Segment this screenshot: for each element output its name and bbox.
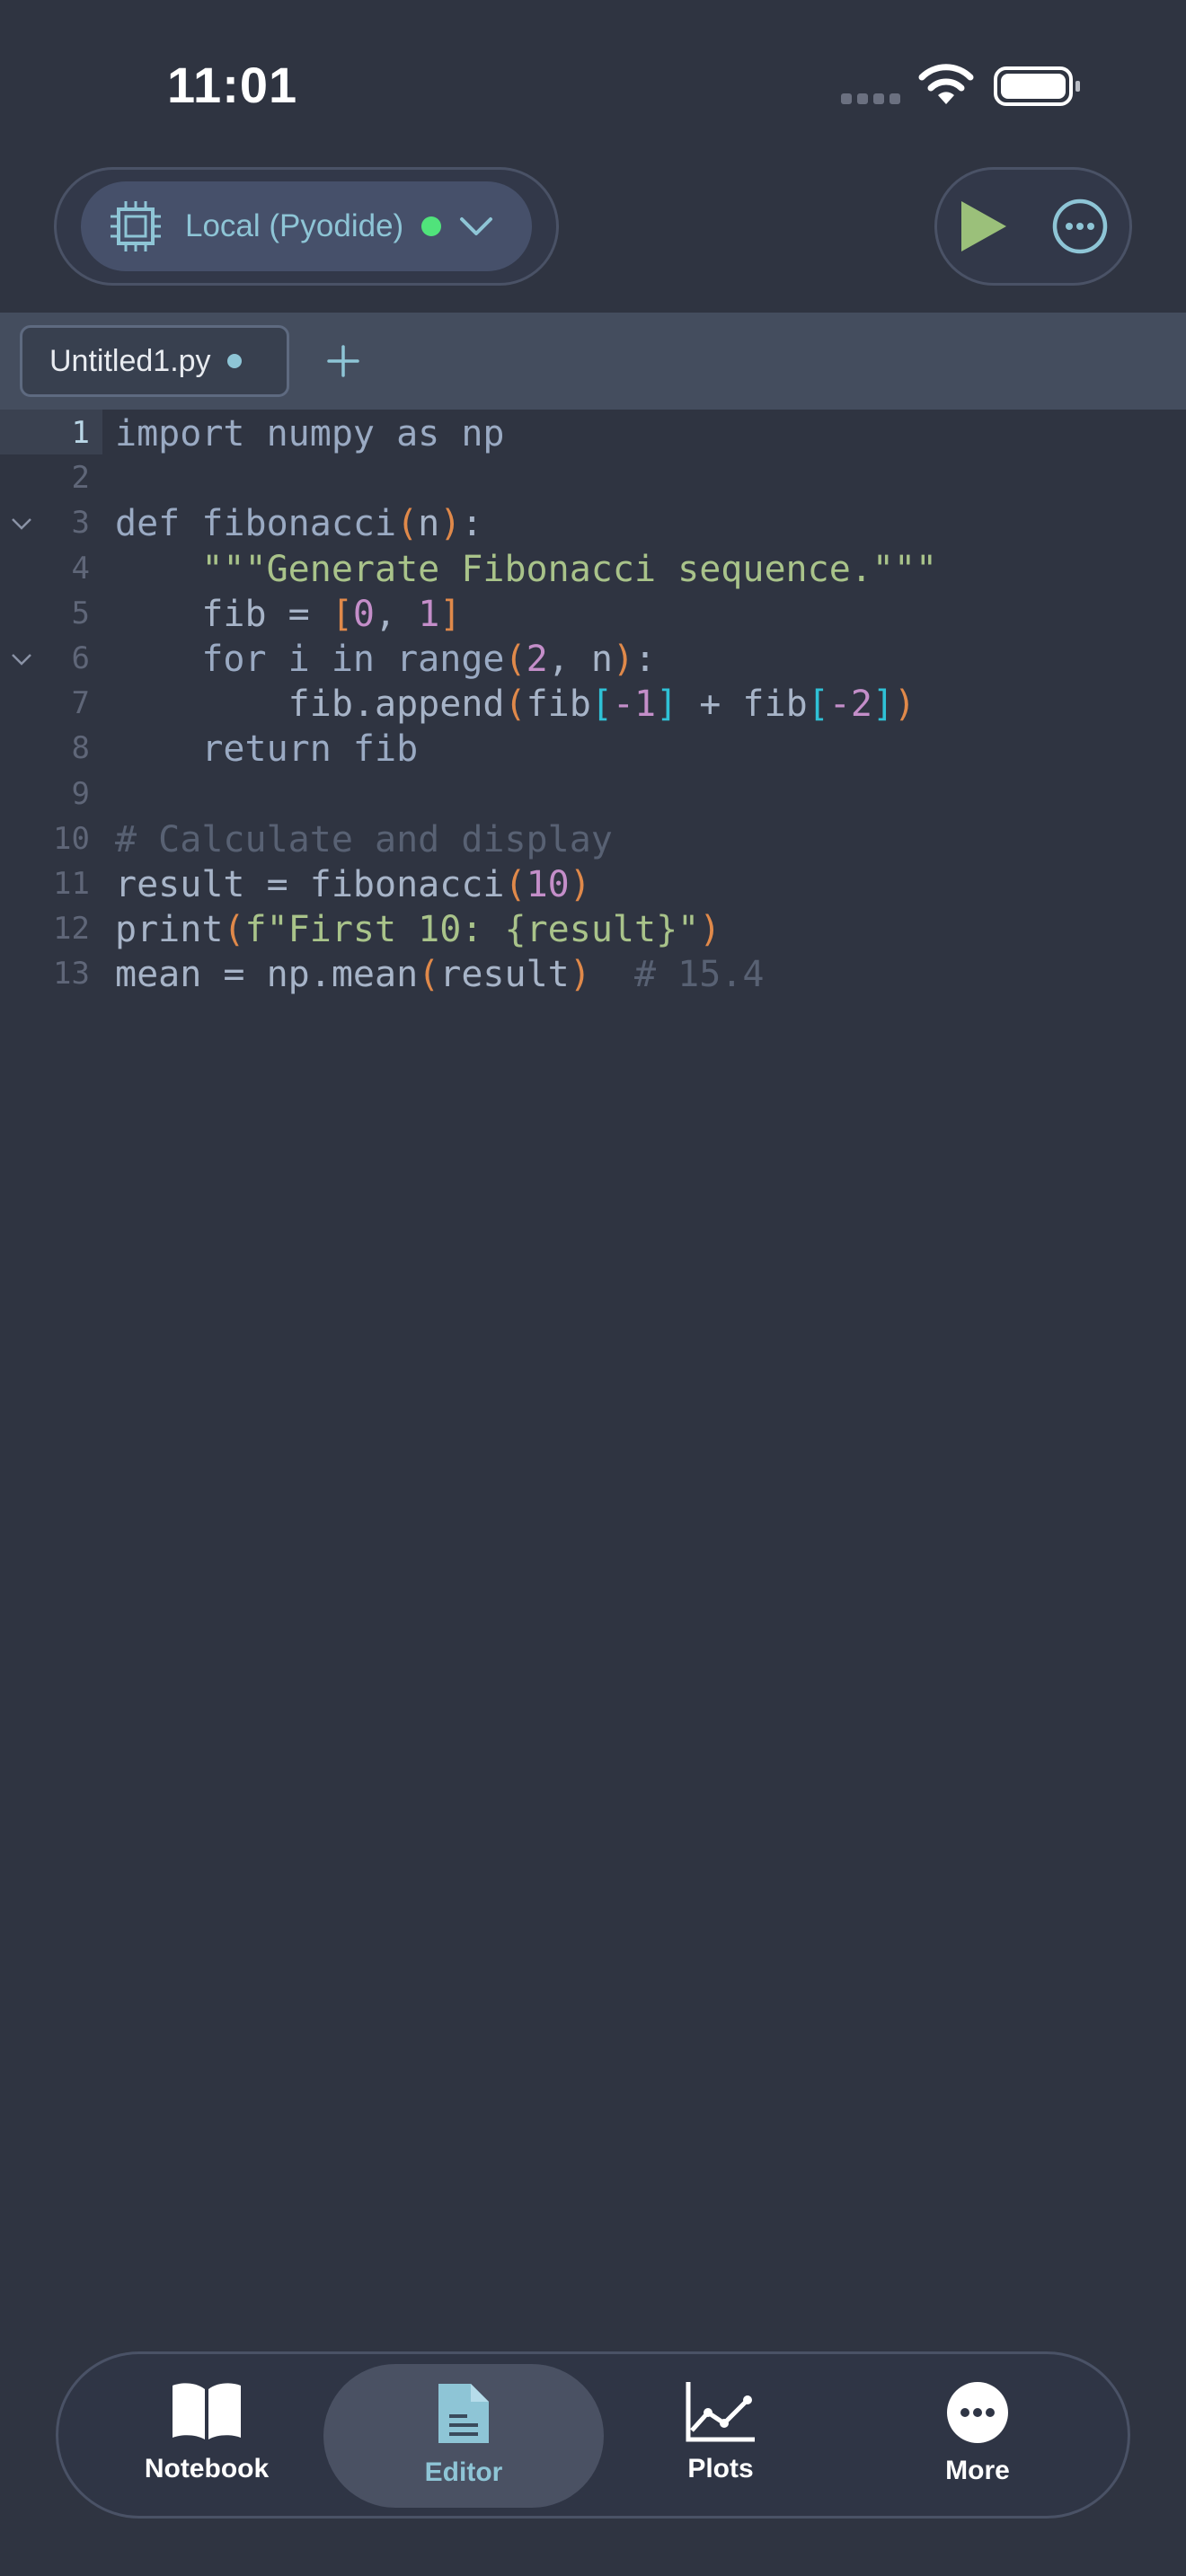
line-number: 1: [71, 415, 90, 451]
code-line: 3 def fibonacci(n):: [0, 499, 1186, 544]
line-number: 8: [71, 730, 90, 767]
plus-icon[interactable]: [325, 343, 361, 379]
kernel-label: Local (Pyodide): [185, 208, 404, 243]
kernel-selector[interactable]: Local (Pyodide): [81, 181, 532, 271]
line-number: 7: [71, 685, 90, 722]
code-text: mean = np.mean(result) # 15.4: [115, 954, 765, 996]
line-number: 2: [71, 460, 90, 497]
code-line: 4 """Generate Fibonacci sequence.""": [0, 545, 1186, 590]
nav-more[interactable]: More: [888, 2380, 1067, 2486]
chart-icon: [686, 2382, 755, 2442]
cpu-chip-icon: [111, 201, 161, 251]
tab-untitled1[interactable]: Untitled1.py: [20, 325, 289, 397]
chevron-down-icon: [460, 217, 493, 235]
cellular-signal-icon: [841, 93, 900, 106]
code-line: 10 # Calculate and display: [0, 816, 1186, 860]
document-icon: [438, 2384, 489, 2443]
code-line: 11 result = fibonacci(10): [0, 860, 1186, 905]
code-line: 12 print(f"First 10: {result}"): [0, 905, 1186, 950]
nav-editor[interactable]: Editor: [374, 2380, 553, 2488]
code-text: fib = [0, 1]: [201, 593, 462, 635]
kernel-status-dot: [421, 216, 442, 236]
code-line: 7 fib.append(fib[-1] + fib[-2]): [0, 680, 1186, 725]
line-number: 4: [71, 550, 90, 587]
line-number: 6: [71, 640, 90, 676]
code-text: def fibonacci(n):: [115, 503, 483, 545]
play-icon[interactable]: [954, 198, 1012, 255]
code-text: """Generate Fibonacci sequence.""": [201, 548, 938, 590]
battery-icon: [994, 66, 1080, 106]
code-editor[interactable]: 1 import numpy as np 2 3 def fibonacci(n…: [0, 410, 1186, 995]
code-text: for i in range(2, n):: [201, 638, 657, 680]
code-text: return fib: [201, 728, 419, 771]
line-number: 10: [53, 820, 90, 857]
more-icon: [947, 2382, 1008, 2443]
line-number: 12: [53, 911, 90, 948]
code-line: 1 import numpy as np: [0, 410, 1186, 454]
line-number: 5: [71, 595, 90, 631]
nav-plots[interactable]: Plots: [631, 2380, 810, 2484]
unsaved-indicator: [226, 354, 242, 368]
nav-label: Plots: [687, 2454, 754, 2483]
line-number: 13: [53, 956, 90, 992]
code-text: import numpy as np: [115, 413, 505, 454]
status-time: 11:01: [167, 57, 298, 113]
nav-label: More: [945, 2456, 1010, 2485]
line-number: 11: [53, 865, 90, 902]
nav-label: Notebook: [144, 2454, 270, 2483]
code-line: 13 mean = np.mean(result) # 15.4: [0, 950, 1186, 995]
code-line: 8 return fib: [0, 725, 1186, 770]
line-number: 3: [71, 505, 90, 542]
code-text: fib.append(fib[-1] + fib[-2]): [288, 684, 916, 726]
code-text: print(f"First 10: {result}"): [115, 909, 721, 951]
wifi-icon: [918, 64, 974, 104]
code-line: 6 for i in range(2, n):: [0, 635, 1186, 680]
tab-label: Untitled1.py: [49, 343, 211, 378]
ellipsis-circle-icon[interactable]: [1051, 198, 1109, 255]
code-line: 5 fib = [0, 1]: [0, 590, 1186, 635]
book-icon: [173, 2383, 241, 2439]
code-line: 9: [0, 771, 1186, 816]
nav-notebook[interactable]: Notebook: [117, 2380, 296, 2484]
code-line: 2: [0, 454, 1186, 499]
code-text: # Calculate and display: [115, 818, 613, 860]
nav-label: Editor: [424, 2457, 503, 2487]
line-number: 9: [71, 775, 90, 812]
code-text: result = fibonacci(10): [115, 863, 591, 905]
